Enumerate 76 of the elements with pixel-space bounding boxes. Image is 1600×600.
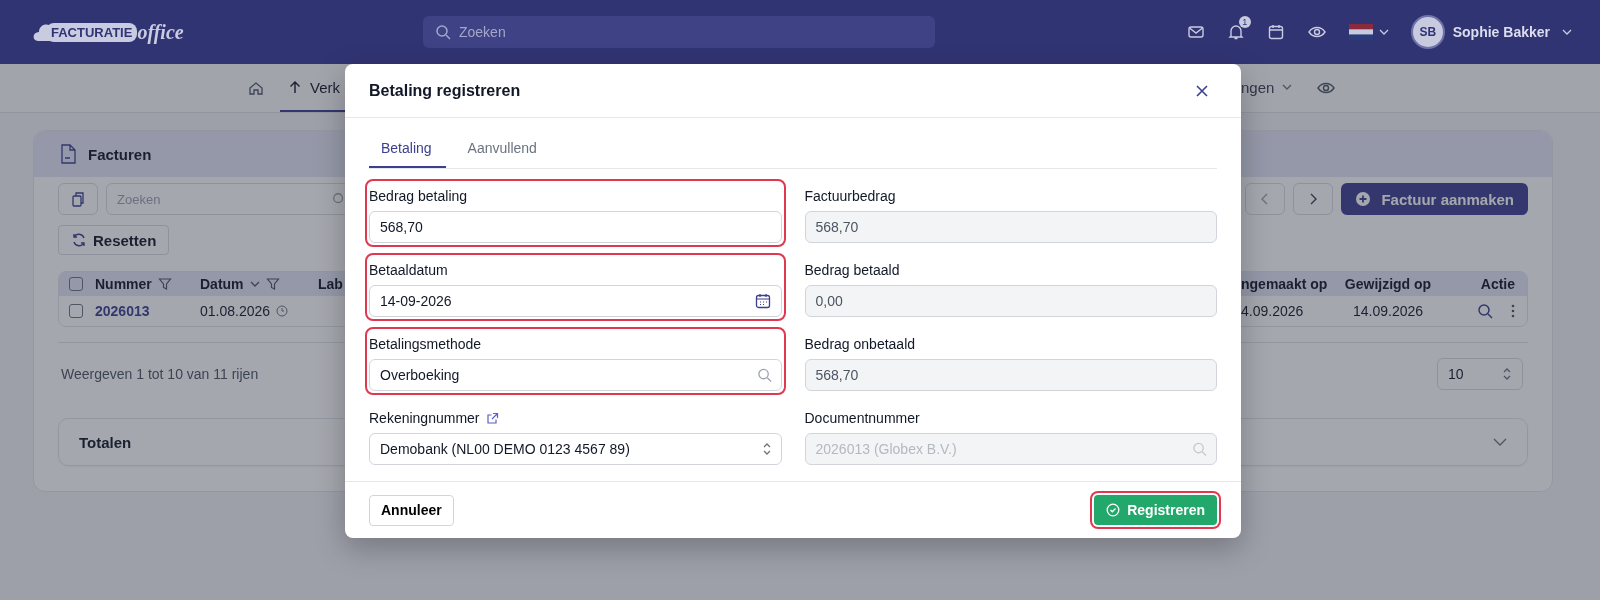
page-size-select[interactable]: 10: [1437, 358, 1523, 390]
table-cell-text: 4.09.2026: [1241, 303, 1305, 319]
pagination-text: Weergeven 1 tot 10 van 11 rijen: [60, 366, 259, 382]
plus-icon: [1355, 191, 1372, 207]
field-label: Rekeningnummer: [369, 410, 480, 426]
search-field[interactable]: Zoeken: [423, 16, 935, 48]
user-avatar[interactable]: SB: [1410, 15, 1445, 49]
input-field[interactable]: 2026013 (Globex B.V.): [804, 433, 1217, 465]
copy-button[interactable]: [58, 183, 98, 215]
sort-arrows-icon: [761, 442, 772, 456]
reset-button[interactable]: Resetten: [58, 225, 170, 255]
column-header[interactable]: Gewijzigd op: [1329, 276, 1447, 292]
chevron-icon: [1282, 83, 1293, 91]
create-invoice-button[interactable]: Factuur aanmaken: [1341, 183, 1528, 215]
search-icon: [435, 24, 451, 40]
field-label: Bedrag onbetaald: [804, 336, 916, 352]
column-header[interactable]: Nummer: [95, 276, 152, 292]
notification-badge: 1: [1238, 16, 1251, 28]
field-label: Factuurbedrag: [804, 188, 896, 204]
clock-icon: [276, 305, 289, 317]
field-label: Betaaldatum: [369, 262, 448, 278]
external-link-icon[interactable]: [485, 411, 499, 425]
panel-title: Totalen: [79, 433, 132, 451]
invoice-number-link[interactable]: 2026013: [95, 303, 150, 319]
chevron-icon[interactable]: [1562, 28, 1572, 36]
checkbox[interactable]: [69, 304, 83, 318]
column-header[interactable]: Datum: [200, 276, 244, 292]
input-field[interactable]: Demobank (NL00 DEMO 0123 4567 89): [369, 433, 782, 465]
input-field[interactable]: 0,00: [804, 285, 1217, 317]
search-icon[interactable]: [756, 367, 772, 383]
input-field[interactable]: 568,70: [804, 211, 1217, 243]
search-icon[interactable]: [1477, 303, 1493, 319]
field-label: Betalingsmethode: [369, 336, 482, 352]
more-icon[interactable]: [1511, 304, 1515, 318]
search-icon: [332, 192, 346, 206]
filter-icon[interactable]: [157, 277, 172, 291]
sort-arrows-icon: [1502, 367, 1512, 381]
field-label: Documentnummer: [804, 410, 920, 426]
copy-icon: [70, 191, 86, 207]
cancel-button[interactable]: Annuleer: [369, 494, 454, 526]
calendar-icon[interactable]: [753, 292, 772, 310]
input-field[interactable]: 568,70: [804, 359, 1217, 391]
chevron-icon[interactable]: [1378, 28, 1389, 36]
checkbox[interactable]: [69, 277, 83, 291]
input-field[interactable]: 568,70: [369, 211, 782, 243]
mail-icon[interactable]: [1186, 23, 1205, 41]
tab[interactable]: Betaling: [369, 130, 446, 168]
tab[interactable]: Aanvullend: [455, 130, 551, 168]
sort-icon[interactable]: [249, 280, 260, 288]
field-label: Bedrag betaald: [804, 262, 900, 278]
document-icon: [60, 144, 76, 164]
search-icon: [1192, 441, 1207, 457]
nav-tab[interactable]: ngen: [1241, 63, 1293, 113]
dialog-title: Betaling registreren: [369, 81, 521, 100]
column-header[interactable]: Actie: [1447, 276, 1527, 292]
check-circle-icon: [1106, 503, 1121, 517]
input-field[interactable]: 14-09-2026: [369, 285, 782, 317]
column-header[interactable]: ngemaakt op: [1241, 276, 1329, 292]
input-field[interactable]: Overboeking: [369, 359, 782, 391]
chevron-icon[interactable]: [1493, 437, 1507, 447]
table-cell-text: 14.09.2026: [1351, 303, 1425, 319]
chevron-right-icon: [1308, 193, 1319, 205]
calendar-icon[interactable]: [1266, 23, 1285, 41]
bell-icon[interactable]: [1226, 23, 1245, 41]
table-cell: 01.08.2026: [200, 303, 271, 319]
close-icon[interactable]: [1195, 83, 1209, 98]
logo-text: office: [137, 20, 184, 44]
user-name[interactable]: Sophie Bakker: [1452, 24, 1550, 40]
filter-icon[interactable]: [265, 277, 280, 291]
arrow-up-icon: [288, 80, 302, 94]
column-header[interactable]: Lab: [318, 276, 343, 292]
field-label: Bedrag betaling: [369, 188, 468, 204]
home-icon[interactable]: [248, 80, 264, 96]
refresh-icon: [71, 232, 87, 248]
flag-icon[interactable]: [1348, 24, 1373, 40]
card-title: Facturen: [88, 145, 152, 163]
